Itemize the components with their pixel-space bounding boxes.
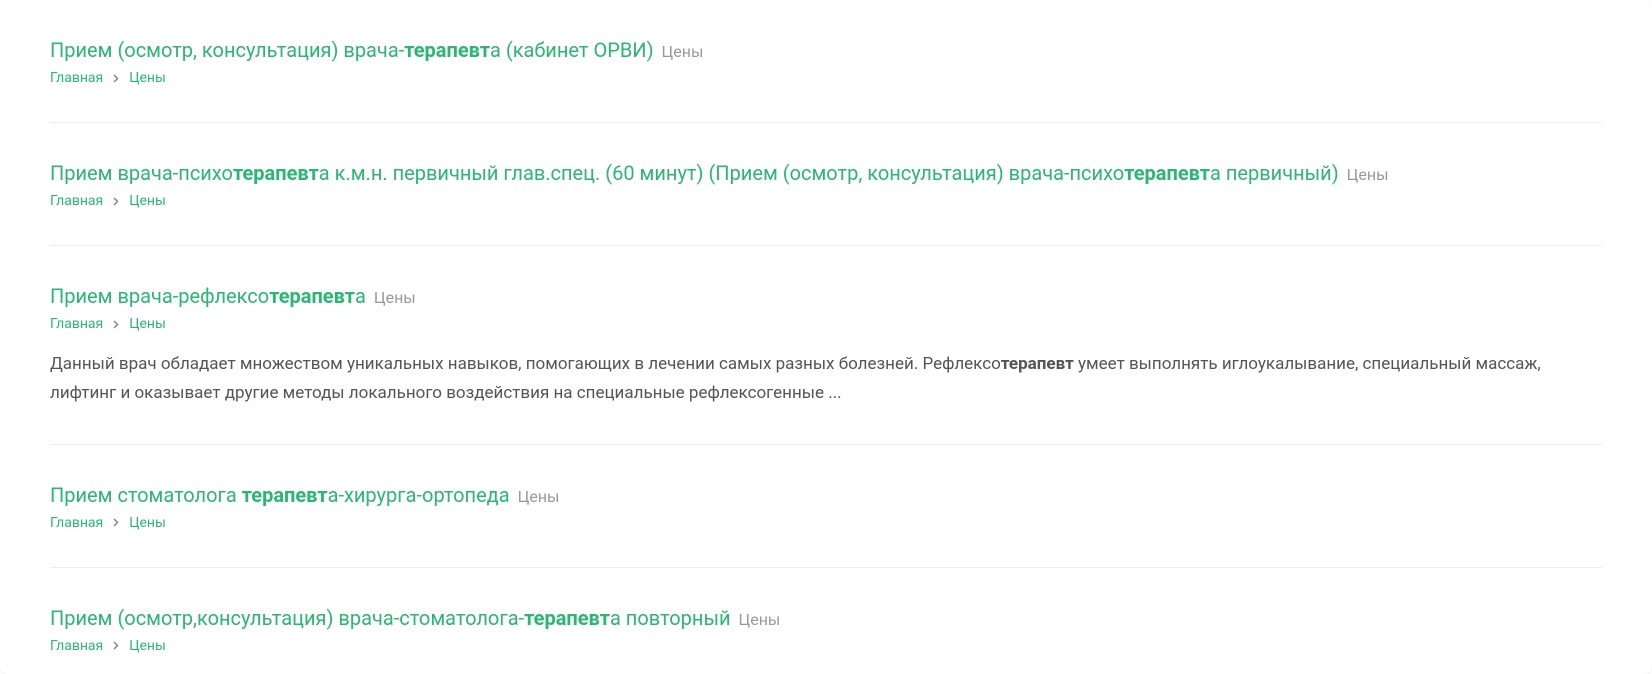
search-results-panel: Прием (осмотр, консультация) врача-терап… — [0, 0, 1652, 674]
search-result: Прием (осмотр,консультация) врача-стомат… — [50, 604, 1602, 654]
breadcrumb-home[interactable]: Главная — [50, 515, 103, 531]
search-result: Прием стоматолога терапевта-хирурга-орто… — [50, 481, 1602, 568]
breadcrumb: Главная Цены — [50, 193, 1602, 209]
breadcrumb: Главная Цены — [50, 316, 1602, 332]
breadcrumb: Главная Цены — [50, 515, 1602, 531]
breadcrumb-home[interactable]: Главная — [50, 193, 103, 209]
result-title-line: Прием врача-психотерапевта к.м.н. первич… — [50, 159, 1602, 187]
breadcrumb-home[interactable]: Главная — [50, 70, 103, 86]
chevron-right-icon — [113, 320, 119, 329]
breadcrumb-page[interactable]: Цены — [129, 70, 166, 86]
chevron-right-icon — [113, 74, 119, 83]
search-result: Прием (осмотр, консультация) врача-терап… — [50, 36, 1602, 123]
result-title-line: Прием (осмотр,консультация) врача-стомат… — [50, 604, 1602, 632]
result-title-link[interactable]: Прием врача-рефлексотерапевта — [50, 282, 366, 310]
chevron-right-icon — [113, 641, 119, 650]
breadcrumb-page[interactable]: Цены — [129, 638, 166, 654]
result-title-link[interactable]: Прием врача-психотерапевта к.м.н. первич… — [50, 159, 1339, 187]
chevron-right-icon — [113, 518, 119, 527]
breadcrumb: Главная Цены — [50, 70, 1602, 86]
breadcrumb-page[interactable]: Цены — [129, 193, 166, 209]
breadcrumb-home[interactable]: Главная — [50, 638, 103, 654]
result-title-line: Прием стоматолога терапевта-хирурга-орто… — [50, 481, 1602, 509]
result-title-link[interactable]: Прием (осмотр, консультация) врача-терап… — [50, 36, 654, 64]
result-snippet: Данный врач обладает множеством уникальн… — [50, 350, 1602, 408]
result-title-line: Прием (осмотр, консультация) врача-терап… — [50, 36, 1602, 64]
breadcrumb: Главная Цены — [50, 638, 1602, 654]
breadcrumb-page[interactable]: Цены — [129, 316, 166, 332]
category-tag: Цены — [739, 610, 781, 629]
category-tag: Цены — [518, 487, 560, 506]
result-title-line: Прием врача-рефлексотерапевта Цены — [50, 282, 1602, 310]
search-result: Прием врача-рефлексотерапевта Цены Главн… — [50, 282, 1602, 445]
chevron-right-icon — [113, 197, 119, 206]
category-tag: Цены — [662, 42, 704, 61]
search-result: Прием врача-психотерапевта к.м.н. первич… — [50, 159, 1602, 246]
category-tag: Цены — [1347, 165, 1389, 184]
result-title-link[interactable]: Прием (осмотр,консультация) врача-стомат… — [50, 604, 731, 632]
breadcrumb-page[interactable]: Цены — [129, 515, 166, 531]
breadcrumb-home[interactable]: Главная — [50, 316, 103, 332]
result-title-link[interactable]: Прием стоматолога терапевта-хирурга-орто… — [50, 481, 510, 509]
category-tag: Цены — [374, 288, 416, 307]
